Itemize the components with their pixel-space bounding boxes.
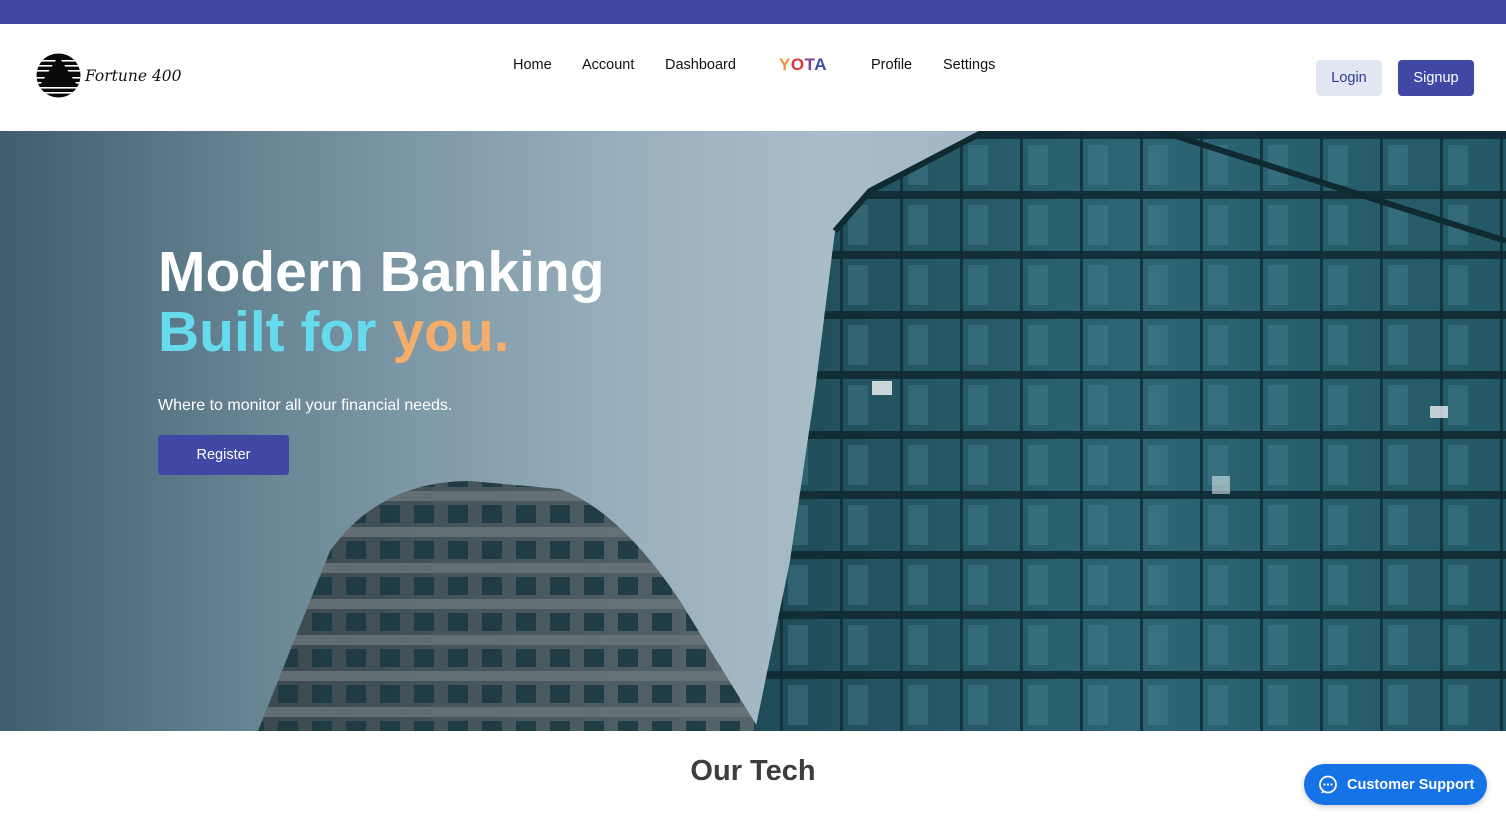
brand-name: Fortune 400 bbox=[85, 66, 182, 85]
nav-profile[interactable]: Profile bbox=[871, 57, 912, 73]
yota-letter-a: A bbox=[814, 55, 827, 74]
yota-logo[interactable]: YOTA bbox=[779, 55, 827, 75]
hero-section: Modern Banking Built for you. Where to m… bbox=[0, 131, 1506, 731]
hero-title-line2: Built for you. bbox=[158, 299, 510, 365]
nav-settings[interactable]: Settings bbox=[943, 57, 995, 73]
login-button[interactable]: Login bbox=[1316, 60, 1382, 96]
yota-letter-o: O bbox=[790, 55, 805, 74]
nav-home[interactable]: Home bbox=[513, 57, 552, 73]
register-button[interactable]: Register bbox=[158, 435, 289, 475]
nav-account[interactable]: Account bbox=[582, 57, 634, 73]
hero-title-line1: Modern Banking bbox=[158, 240, 605, 304]
top-accent-strip bbox=[0, 0, 1506, 24]
chat-bubble-icon bbox=[1319, 775, 1337, 793]
hero-building-image bbox=[258, 131, 1506, 731]
pyramid-logo-icon bbox=[36, 53, 81, 98]
yota-letter-y: Y bbox=[779, 55, 791, 74]
hero-subtitle: Where to monitor all your financial need… bbox=[158, 397, 453, 414]
customer-support-label: Customer Support bbox=[1347, 776, 1475, 793]
hero-title-you: you. bbox=[392, 300, 510, 364]
signup-button[interactable]: Signup bbox=[1398, 60, 1474, 96]
navbar: Fortune 400 Home Account Dashboard YOTA … bbox=[0, 24, 1506, 131]
customer-support-button[interactable]: Customer Support bbox=[1304, 764, 1487, 805]
hero-title-built: Built for bbox=[158, 300, 377, 364]
yota-letter-t: T bbox=[804, 55, 815, 74]
nav-dashboard[interactable]: Dashboard bbox=[665, 57, 736, 73]
brand-logo[interactable]: Fortune 400 bbox=[36, 53, 182, 98]
our-tech-heading: Our Tech bbox=[690, 755, 816, 787]
